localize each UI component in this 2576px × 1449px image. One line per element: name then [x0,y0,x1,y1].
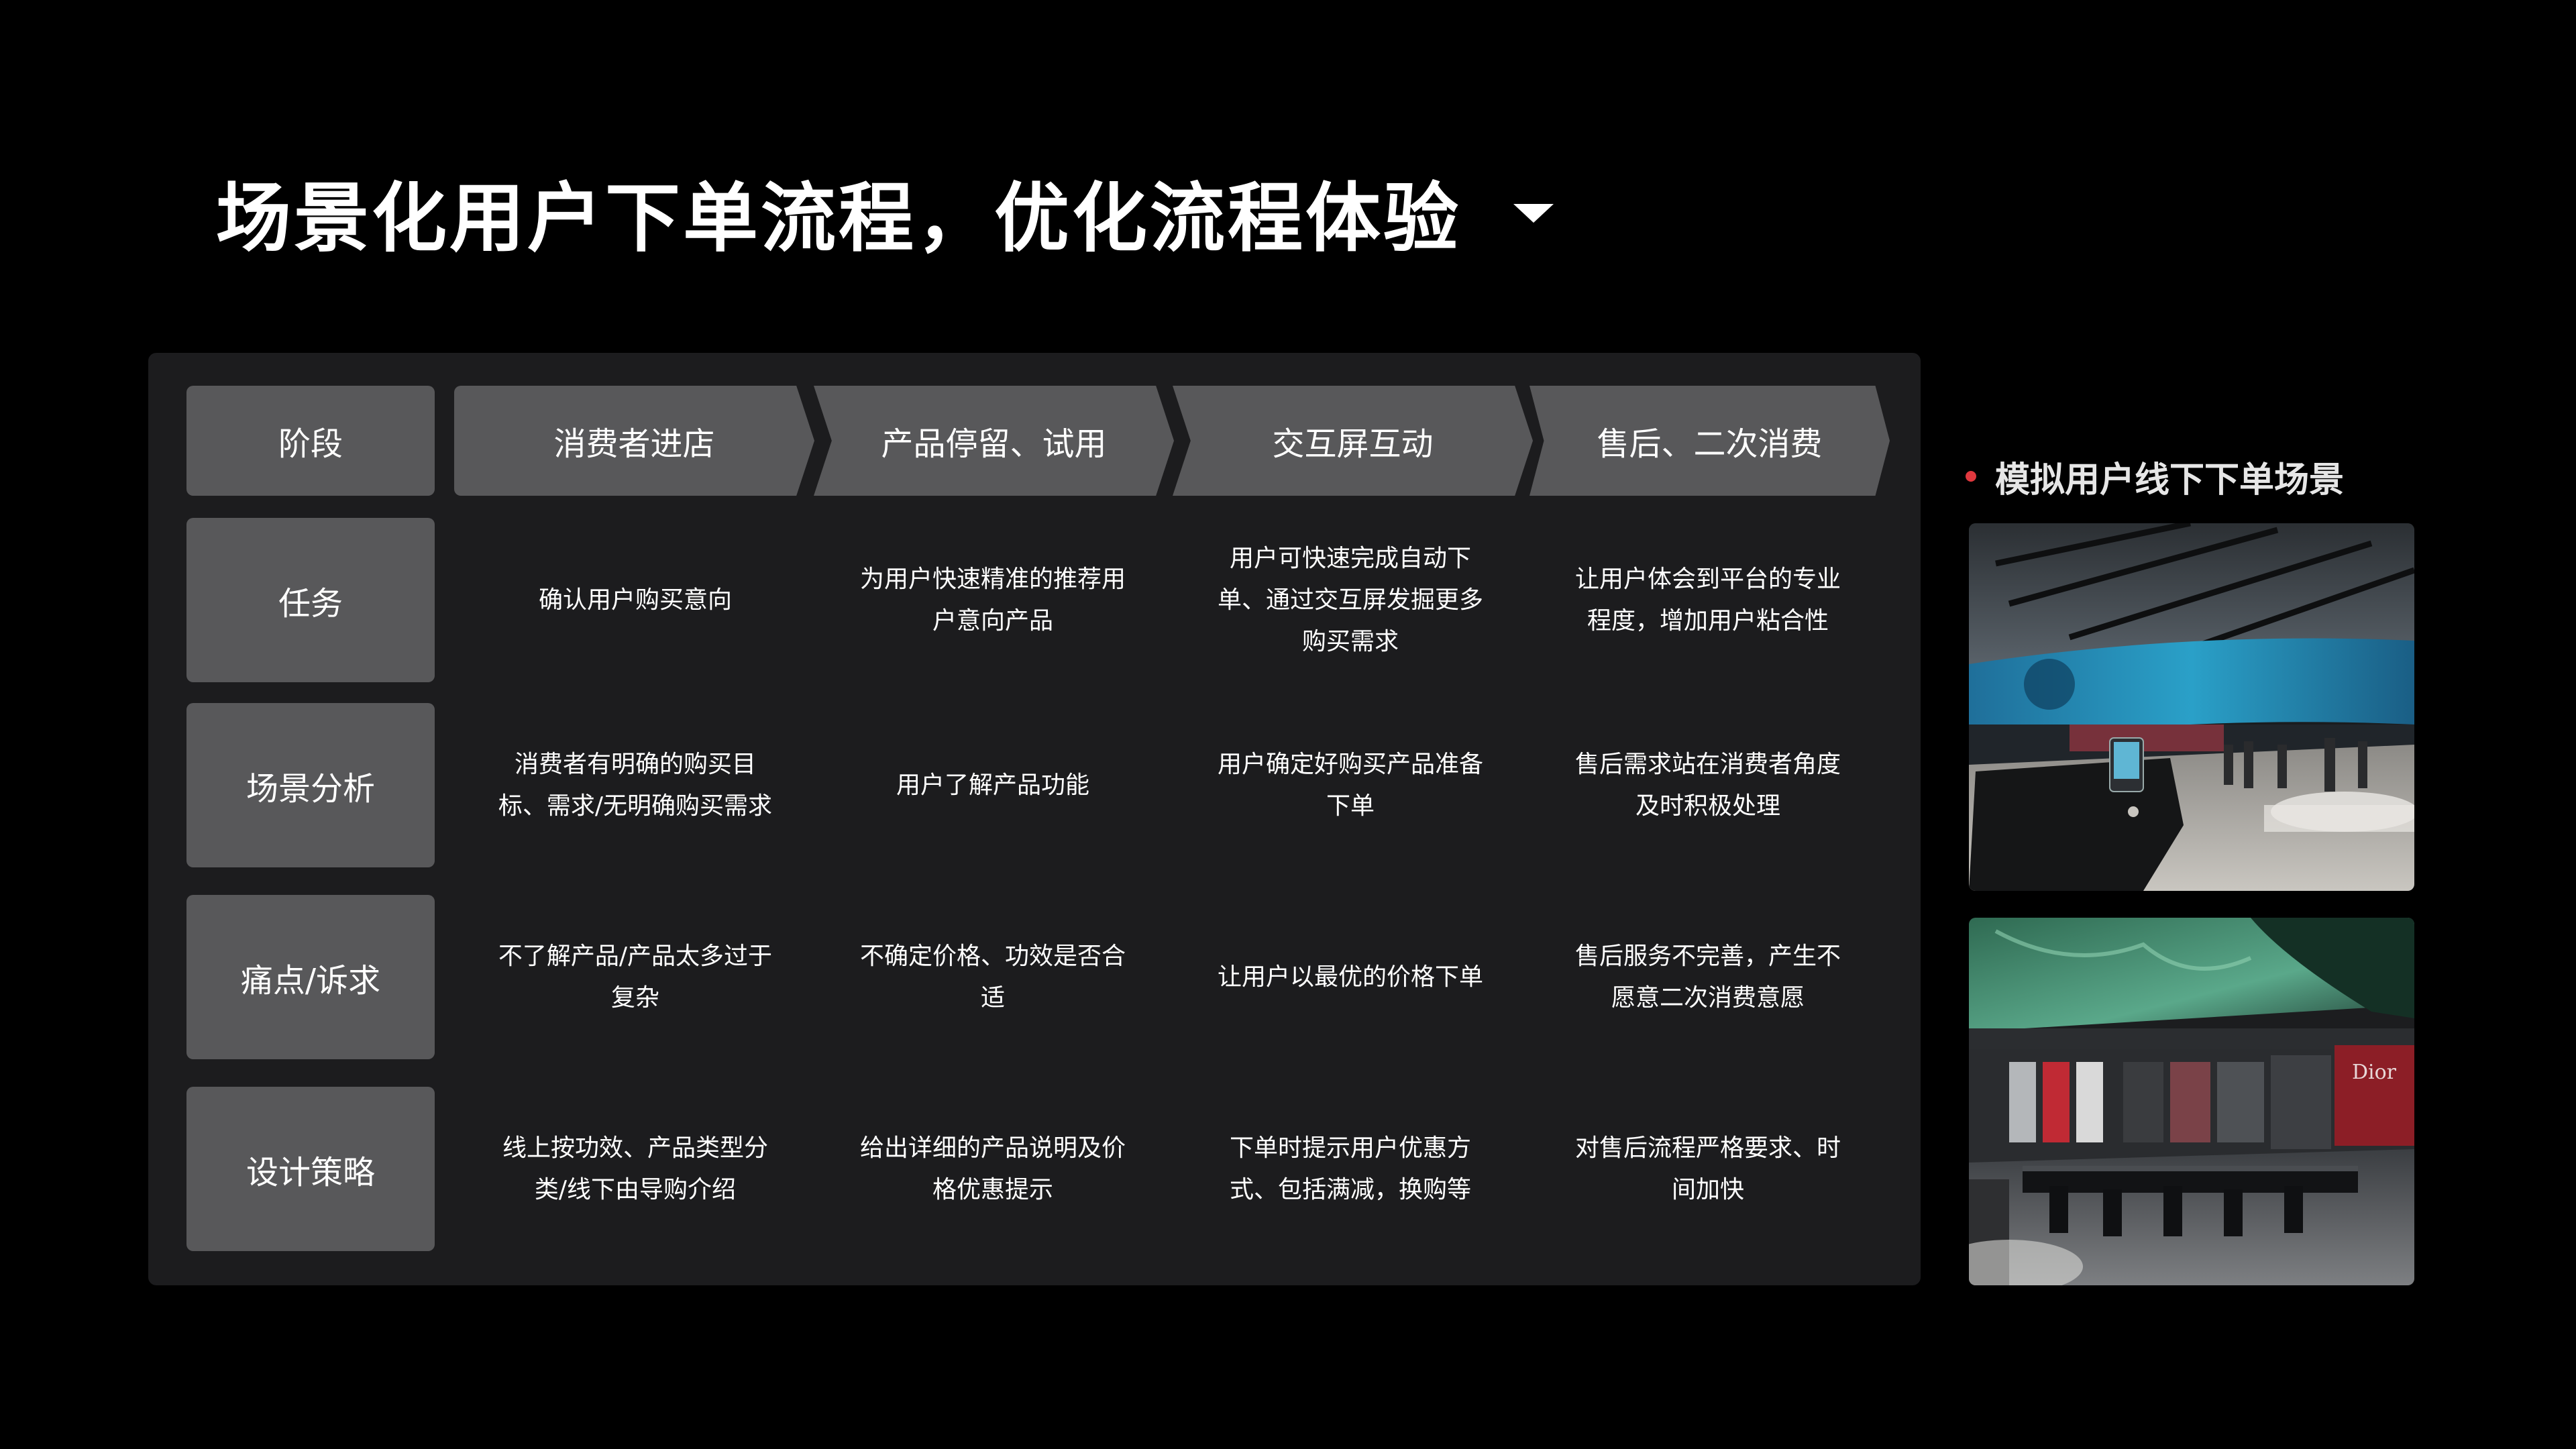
cell-line: 给出详细的产品说明及价 [859,1134,1126,1162]
cell-line: 标、需求/无明确购买需求 [498,792,773,820]
cell-line: 用户可快速完成自动下 [1229,544,1471,572]
cell-strategy-2: 给出详细的产品说明及价 格优惠提示 [849,1087,1137,1251]
cell-line: 程度，增加用户粘合性 [1587,606,1829,635]
cell-line: 式、包括满减，换购等 [1229,1175,1471,1203]
side-heading: 模拟用户线下下单场景 [1966,449,2344,503]
cell-scenario-1: 消费者有明确的购买目 标、需求/无明确购买需求 [491,703,780,867]
cell-line: 户意向产品 [932,606,1053,635]
cell-line: 下单 [1326,792,1375,820]
stage-chevron-3: 交互屏互动 [1173,386,1533,496]
cell-line: 售后需求站在消费者角度 [1574,750,1841,778]
cell-line: 让用户以最优的价格下单 [1217,963,1483,991]
cell-line: 购买需求 [1301,627,1399,655]
cell-line: 不确定价格、功效是否合 [859,942,1126,970]
slide: 场景化用户下单流程，优化流程体验 阶段 消费者进店 产品停留、试用 交互屏互动 … [0,0,2576,1449]
cell-strategy-3: 下单时提示用户优惠方 式、包括满减，换购等 [1206,1087,1495,1251]
cell-task-2: 为用户快速精准的推荐用 户意向产品 [849,518,1137,682]
stage-header-label: 阶段 [186,386,435,496]
cell-pain-3: 让用户以最优的价格下单 [1206,895,1495,1059]
cell-line: 单、通过交互屏发掘更多 [1217,586,1483,614]
stage-chevron-4: 售后、二次消费 [1529,386,1890,496]
cell-scenario-4: 售后需求站在消费者角度 及时积极处理 [1564,703,1852,867]
cell-line: 适 [980,983,1005,1012]
cell-line: 复杂 [610,983,659,1012]
cell-line: 下单时提示用户优惠方 [1229,1134,1471,1162]
cell-line: 确认用户购买意向 [538,586,732,614]
cell-line: 消费者有明确的购买目 [514,750,756,778]
cell-task-4: 让用户体会到平台的专业 程度，增加用户粘合性 [1564,518,1852,682]
cell-line: 对售后流程严格要求、时 [1574,1134,1841,1162]
page-title: 场景化用户下单流程，优化流程体验 [216,175,1461,262]
dropdown-caret-icon[interactable] [1513,204,1554,223]
cell-strategy-4: 对售后流程严格要求、时 间加快 [1564,1087,1852,1251]
cell-line: 用户确定好购买产品准备 [1217,750,1483,778]
bullet-dot-icon [1966,471,1976,482]
cell-line: 用户了解产品功能 [896,771,1089,799]
cell-pain-2: 不确定价格、功效是否合适 [849,895,1137,1059]
cell-line: 格优惠提示 [932,1175,1053,1203]
cell-line: 让用户体会到平台的专业 [1574,565,1841,593]
cell-pain-4: 售后服务不完善，产生不 愿意二次消费意愿 [1564,895,1852,1059]
cell-line: 类/线下由导购介绍 [534,1175,737,1203]
store-photo-forest-ceiling: Dior [1969,918,2414,1285]
dior-sign: Dior [2352,1061,2397,1084]
cell-scenario-3: 用户确定好购买产品准备 下单 [1206,703,1495,867]
title-bar: 场景化用户下单流程，优化流程体验 [216,158,1554,266]
stage-chevron-2: 产品停留、试用 [814,386,1174,496]
cell-line: 为用户快速精准的推荐用 [859,565,1126,593]
cell-line: 不了解产品/产品太多过于 [498,942,773,970]
cell-scenario-2: 用户了解产品功能 [849,703,1137,867]
store-photo-ocean-ceiling [1969,523,2414,891]
cell-line: 及时积极处理 [1635,792,1780,820]
cell-line: 线上按功效、产品类型分 [502,1134,768,1162]
row-label-design-strategy: 设计策略 [186,1087,435,1251]
side-title: 模拟用户线下下单场景 [1995,460,2345,500]
row-label-scenario: 场景分析 [186,703,435,867]
cell-task-1: 确认用户购买意向 [491,518,780,682]
cell-strategy-1: 线上按功效、产品类型分 类/线下由导购介绍 [491,1087,780,1251]
row-label-task: 任务 [186,518,435,682]
stage-chevron-1: 消费者进店 [454,386,814,496]
row-label-pain-point: 痛点/诉求 [186,895,435,1059]
cell-line: 间加快 [1671,1175,1744,1203]
cell-line: 售后服务不完善，产生不 [1574,942,1841,970]
cell-pain-1: 不了解产品/产品太多过于 复杂 [491,895,780,1059]
cell-line: 愿意二次消费意愿 [1611,983,1805,1012]
cell-task-3: 用户可快速完成自动下 单、通过交互屏发掘更多 购买需求 [1206,518,1495,682]
